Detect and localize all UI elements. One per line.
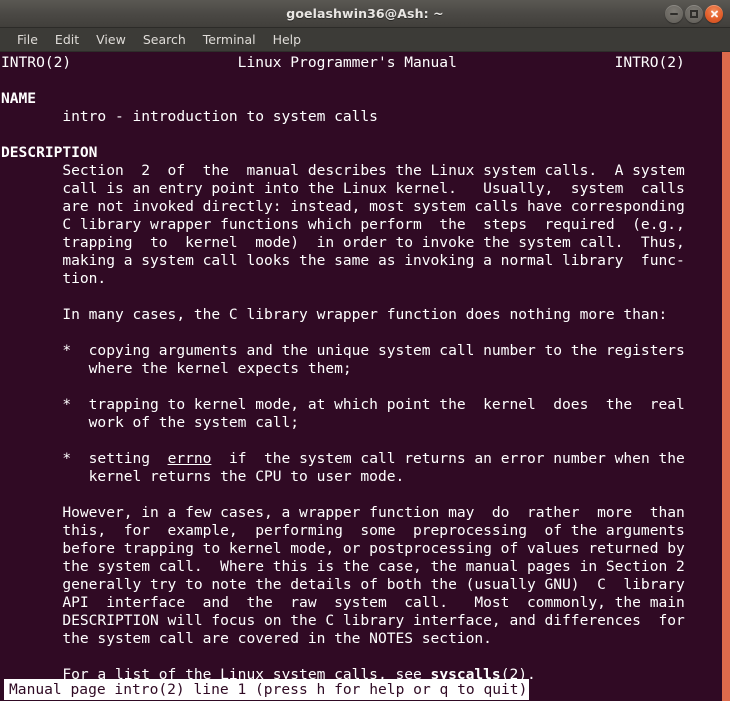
terminal-line: NAME: [1, 90, 37, 107]
menu-item-edit[interactable]: Edit: [47, 30, 87, 50]
minimize-button[interactable]: [665, 5, 683, 23]
terminal-line: work of the system call;: [1, 414, 300, 431]
terminal-line: Section 2 of the manual describes the Li…: [1, 162, 685, 179]
terminal-line: call is an entry point into the Linux ke…: [1, 180, 685, 197]
terminal-line: API interface and the raw system call. M…: [1, 594, 685, 611]
terminal-line: * trapping to kernel mode, at which poin…: [1, 396, 685, 413]
close-icon: [710, 10, 719, 19]
terminal-window: goelashwin36@Ash: ~ File Edit View Searc…: [0, 0, 730, 701]
terminal-line: In many cases, the C library wrapper fun…: [1, 306, 668, 323]
terminal-line: this, for example, performing some prepr…: [1, 522, 685, 539]
terminal-line: INTRO(2) Linux Programmer's Manual INTRO…: [1, 54, 685, 71]
title-bar[interactable]: goelashwin36@Ash: ~: [0, 0, 730, 28]
menu-bar: File Edit View Search Terminal Help: [0, 28, 730, 52]
terminal-line: kernel returns the CPU to user mode.: [1, 468, 405, 485]
terminal-line: C library wrapper functions which perfor…: [1, 216, 685, 233]
maximize-icon: [690, 10, 698, 18]
pager-status-line: Manual page intro(2) line 1 (press h for…: [4, 679, 530, 700]
terminal-line: where the kernel expects them;: [1, 360, 352, 377]
terminal-line: tion.: [1, 270, 107, 287]
terminal-line: trapping to kernel mode) in order to inv…: [1, 234, 685, 251]
menu-item-view[interactable]: View: [88, 30, 134, 50]
menu-item-search[interactable]: Search: [135, 30, 194, 50]
minimize-icon: [670, 13, 678, 15]
menu-item-file[interactable]: File: [9, 30, 46, 50]
terminal-line: are not invoked directly: instead, most …: [1, 198, 685, 215]
close-button[interactable]: [705, 5, 723, 23]
window-controls: [665, 0, 723, 28]
menu-item-terminal[interactable]: Terminal: [195, 30, 264, 50]
terminal-line: intro - introduction to system calls: [1, 108, 378, 125]
menu-item-help[interactable]: Help: [265, 30, 310, 50]
terminal-line: before trapping to kernel mode, or postp…: [1, 540, 685, 557]
terminal-line: the system call are covered in the NOTES…: [1, 630, 492, 647]
window-title: goelashwin36@Ash: ~: [286, 6, 444, 21]
terminal-line: generally try to note the details of bot…: [1, 576, 685, 593]
terminal-line: However, in a few cases, a wrapper funct…: [1, 504, 685, 521]
scrollbar-thumb[interactable]: [722, 52, 730, 701]
terminal-line: DESCRIPTION: [1, 144, 98, 161]
man-page-text: INTRO(2) Linux Programmer's Manual INTRO…: [0, 52, 685, 684]
maximize-button[interactable]: [685, 5, 703, 23]
terminal-screen[interactable]: INTRO(2) Linux Programmer's Manual INTRO…: [0, 52, 730, 701]
terminal-line: * copying arguments and the unique syste…: [1, 342, 685, 359]
terminal-line: the system call. Where this is the case,…: [1, 558, 685, 575]
terminal-line: * setting errno if the system call retur…: [1, 450, 685, 467]
terminal-line: making a system call looks the same as i…: [1, 252, 685, 269]
terminal-scrollbar[interactable]: [721, 52, 730, 701]
terminal-line: DESCRIPTION will focus on the C library …: [1, 612, 685, 629]
